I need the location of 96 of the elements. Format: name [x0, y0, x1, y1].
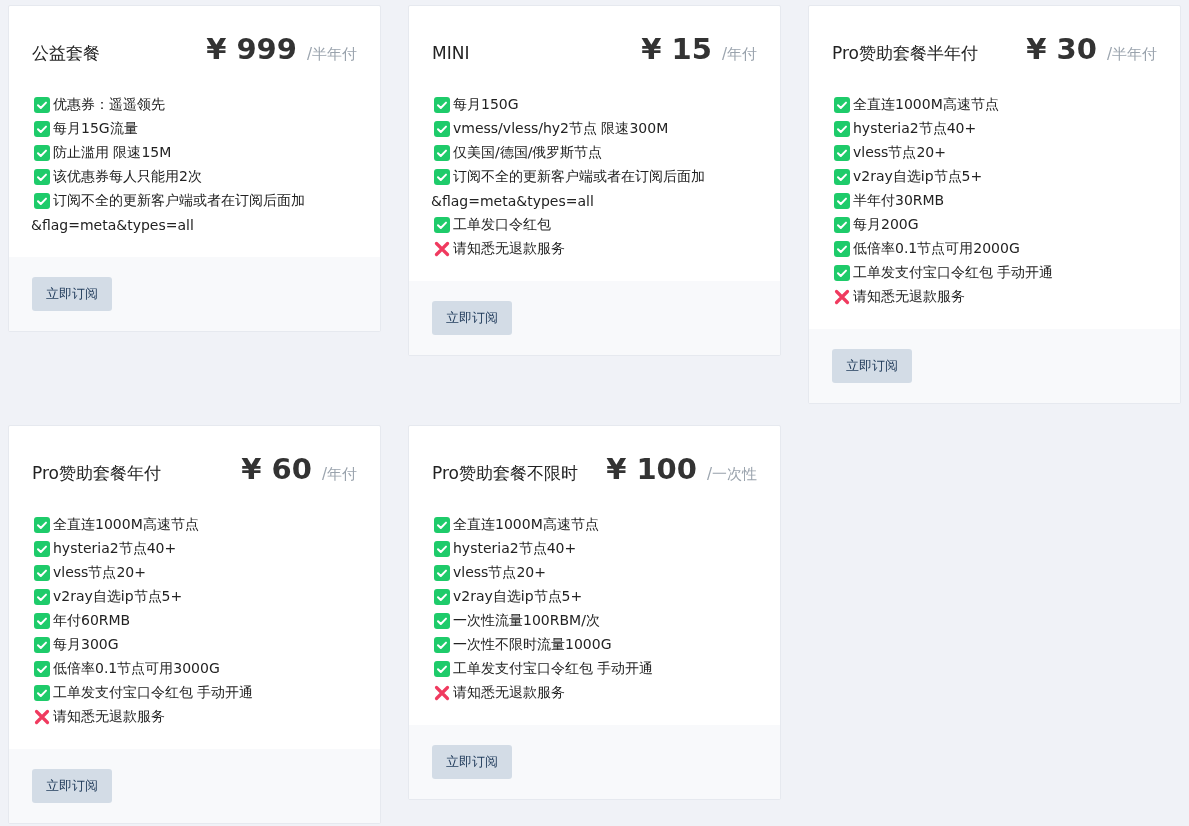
checkbox-icon: [834, 241, 850, 257]
feature-text: 请知悉无退款服务: [453, 240, 565, 258]
checkbox-icon: [34, 613, 50, 629]
feature-text: 请知悉无退款服务: [853, 288, 965, 306]
checkbox-icon: [434, 589, 450, 605]
feature-text: 工单发支付宝口令红包 手动开通: [53, 684, 254, 702]
checkbox-icon: [834, 145, 850, 161]
feature-text: 每月15G流量: [53, 120, 138, 138]
checkbox-icon: [434, 541, 450, 557]
feature-text: hysteria2节点40+: [453, 540, 577, 558]
checkbox-icon: [34, 685, 50, 701]
feature-text: v2ray自选ip节点5+: [53, 588, 183, 606]
feature-text: 该优惠券每人只能用2次: [53, 168, 202, 186]
feature-text: 请知悉无退款服务: [53, 708, 165, 726]
feature-text: 一次性流量100RBM/次: [453, 612, 600, 630]
checkbox-icon: [434, 565, 450, 581]
checkbox-icon: [34, 169, 50, 185]
feature-text: 工单发口令红包: [453, 216, 551, 234]
plan-price: ¥ 999: [206, 32, 297, 66]
feature-text: 订阅不全的更新客户端或者在订阅后面加: [53, 192, 305, 210]
feature-text: &flag=meta&types=all: [431, 193, 594, 209]
feature-text: 半年付30RMB: [853, 192, 945, 210]
feature-text: vless节点20+: [453, 564, 546, 582]
checkbox-icon: [834, 97, 850, 113]
checkbox-icon: [34, 589, 50, 605]
feature-text: v2ray自选ip节点5+: [853, 168, 983, 186]
feature-text: 全直连1000M高速节点: [853, 96, 999, 114]
cross-icon: [434, 685, 450, 701]
checkbox-icon: [434, 97, 450, 113]
checkbox-icon: [434, 145, 450, 161]
price-period: /半年付: [306, 45, 357, 64]
checkbox-icon: [434, 121, 450, 137]
feature-text: vless节点20+: [53, 564, 146, 582]
plan-price: ¥ 60: [241, 452, 312, 486]
cross-icon: [34, 709, 50, 725]
price-period: /半年付: [1106, 45, 1157, 64]
cross-icon: [834, 289, 850, 305]
checkbox-icon: [34, 637, 50, 653]
subscribe-button[interactable]: 立即订阅: [32, 277, 112, 311]
feature-text: 仅美国/德国/俄罗斯节点: [453, 144, 603, 162]
checkbox-icon: [434, 169, 450, 185]
price-period: /一次性: [706, 465, 757, 484]
checkbox-icon: [34, 193, 50, 209]
feature-text: 年付60RMB: [53, 612, 131, 630]
plan-name: Pro赞助套餐半年付: [832, 42, 978, 65]
feature-text: 优惠券：遥遥领先: [53, 96, 165, 114]
feature-text: vless节点20+: [853, 144, 946, 162]
checkbox-icon: [834, 121, 850, 137]
plan-price: ¥ 30: [1026, 32, 1097, 66]
plan-name: Pro赞助套餐不限时: [432, 462, 578, 485]
checkbox-icon: [834, 169, 850, 185]
feature-text: 每月300G: [53, 636, 119, 654]
feature-text: 订阅不全的更新客户端或者在订阅后面加: [453, 168, 705, 186]
feature-text: 全直连1000M高速节点: [453, 516, 599, 534]
checkbox-icon: [434, 637, 450, 653]
checkbox-icon: [834, 265, 850, 281]
feature-text: 低倍率0.1节点可用2000G: [853, 240, 1020, 258]
feature-text: 每月150G: [453, 96, 519, 114]
subscribe-button[interactable]: 立即订阅: [432, 745, 512, 779]
price-period: /年付: [721, 45, 757, 64]
feature-text: hysteria2节点40+: [853, 120, 977, 138]
feature-text: 低倍率0.1节点可用3000G: [53, 660, 220, 678]
subscribe-button[interactable]: 立即订阅: [32, 769, 112, 803]
checkbox-icon: [434, 613, 450, 629]
checkbox-icon: [434, 517, 450, 533]
feature-text: 防止滥用 限速15M: [53, 144, 172, 162]
feature-text: 工单发支付宝口令红包 手动开通: [453, 660, 654, 678]
feature-text: vmess/vless/hy2节点 限速300M: [453, 120, 669, 138]
checkbox-icon: [34, 121, 50, 137]
checkbox-icon: [34, 97, 50, 113]
subscribe-button[interactable]: 立即订阅: [432, 301, 512, 335]
checkbox-icon: [434, 217, 450, 233]
feature-text: &flag=meta&types=all: [31, 217, 194, 233]
checkbox-icon: [34, 661, 50, 677]
cross-icon: [434, 241, 450, 257]
subscribe-button[interactable]: 立即订阅: [832, 349, 912, 383]
checkbox-icon: [34, 145, 50, 161]
checkbox-icon: [34, 565, 50, 581]
feature-text: v2ray自选ip节点5+: [453, 588, 583, 606]
price-period: /年付: [321, 465, 357, 484]
plan-name: MINI: [432, 43, 470, 63]
checkbox-icon: [34, 517, 50, 533]
feature-text: 全直连1000M高速节点: [53, 516, 199, 534]
feature-text: 每月200G: [853, 216, 919, 234]
checkbox-icon: [34, 541, 50, 557]
plan-price: ¥ 100: [606, 452, 697, 486]
feature-text: 请知悉无退款服务: [453, 684, 565, 702]
feature-text: 工单发支付宝口令红包 手动开通: [853, 264, 1054, 282]
checkbox-icon: [434, 661, 450, 677]
plan-name: Pro赞助套餐年付: [32, 462, 161, 485]
checkbox-icon: [834, 217, 850, 233]
plan-name: 公益套餐: [32, 42, 100, 65]
feature-text: 一次性不限时流量1000G: [453, 636, 612, 654]
feature-text: hysteria2节点40+: [53, 540, 177, 558]
checkbox-icon: [834, 193, 850, 209]
plan-price: ¥ 15: [641, 32, 712, 66]
